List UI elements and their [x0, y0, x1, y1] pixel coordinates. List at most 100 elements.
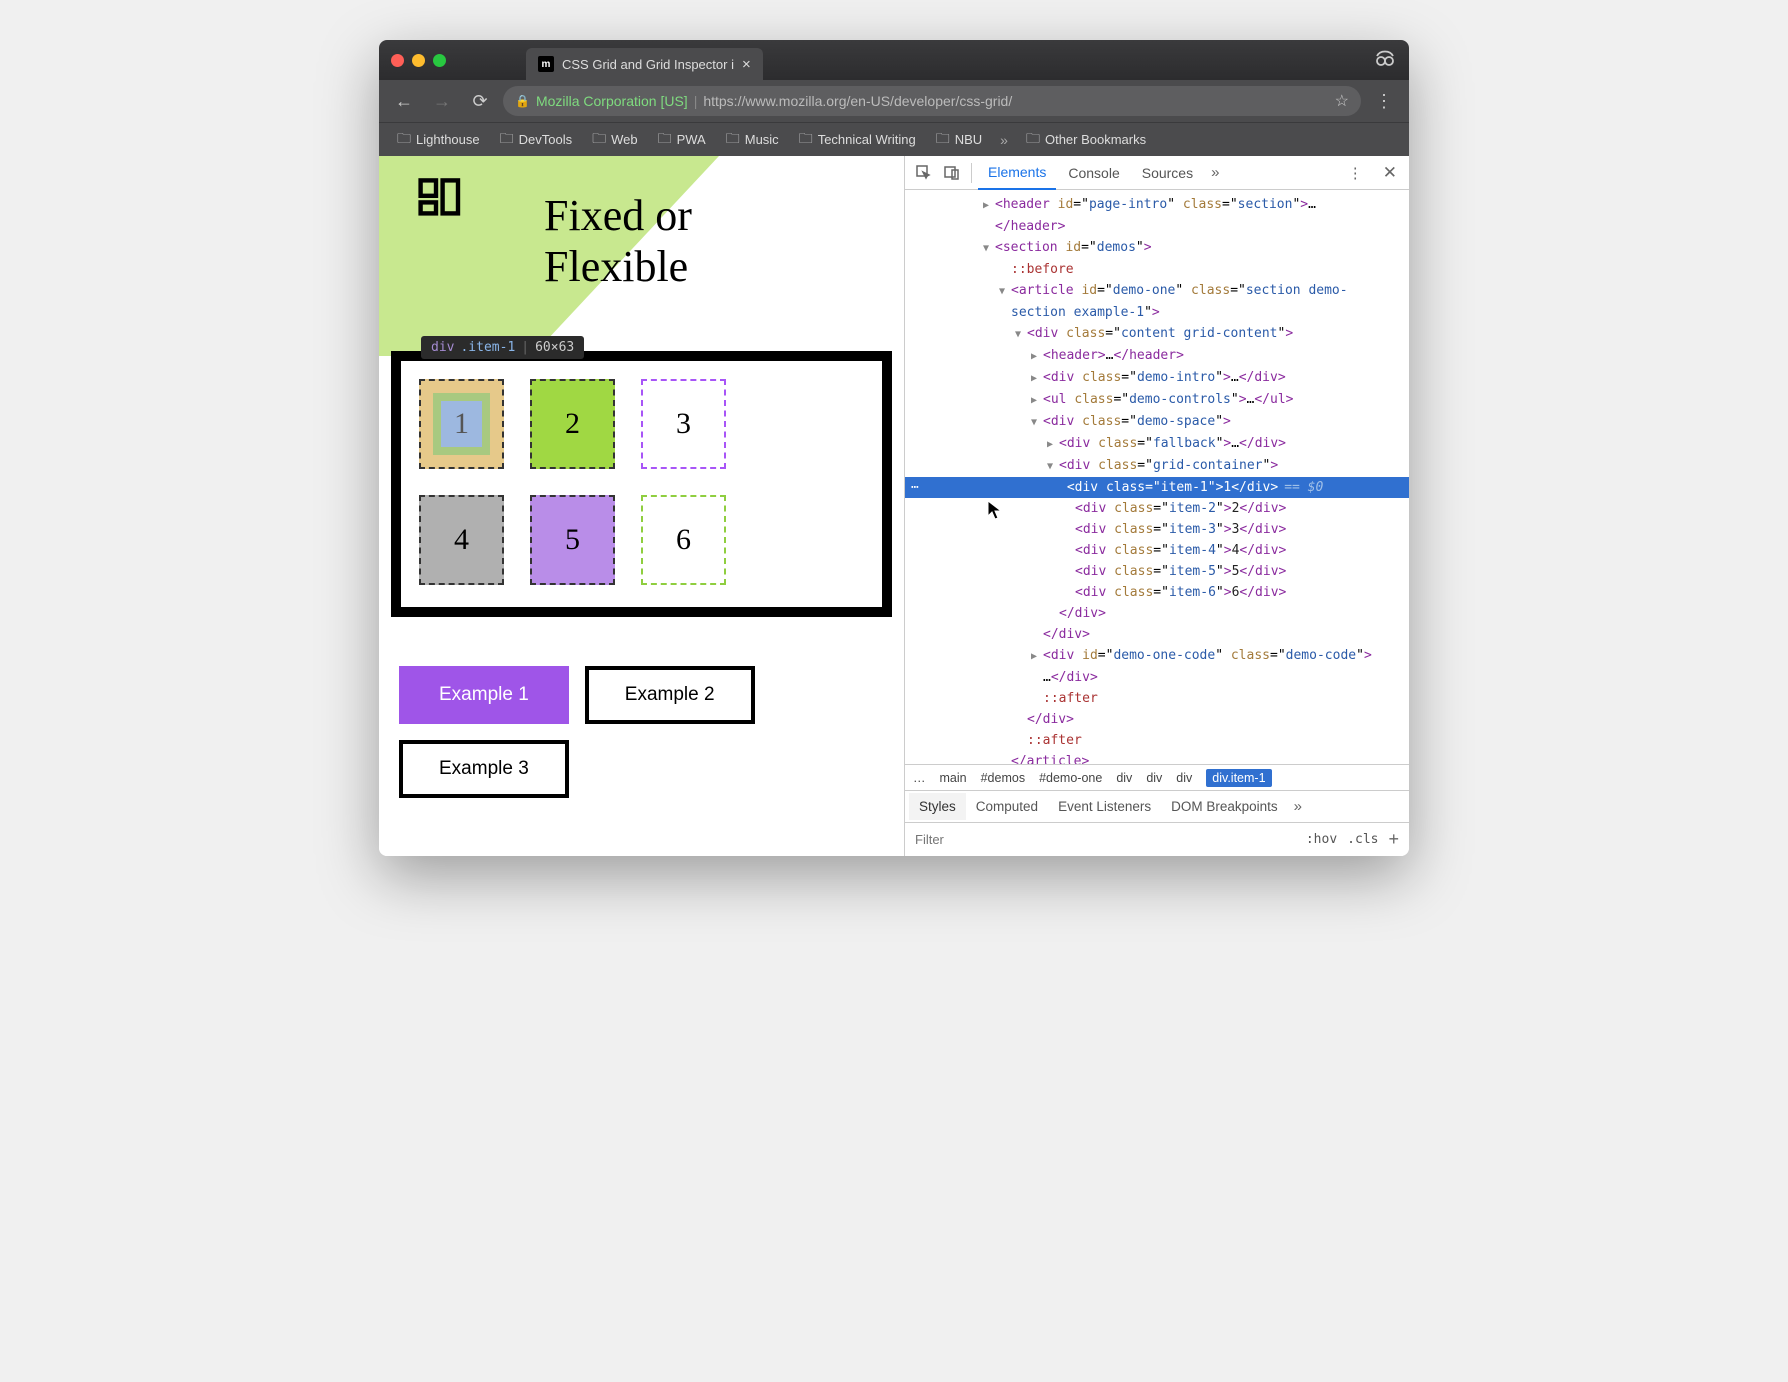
bookmark-label: PWA	[677, 132, 706, 147]
new-style-rule-icon[interactable]: +	[1388, 829, 1399, 850]
breadcrumb-item[interactable]: main	[940, 771, 967, 785]
grid-logo-icon	[414, 176, 469, 236]
devtools-kebab-icon[interactable]: ⋮	[1342, 164, 1369, 182]
breadcrumb-item[interactable]: …	[913, 771, 926, 785]
dom-node[interactable]: ▶<header id="page-intro" class="section"…	[905, 194, 1409, 216]
browser-window: m CSS Grid and Grid Inspector i × ← → ⟳ …	[379, 40, 1409, 856]
grid-demo: 1 2 3 4 5 6	[419, 379, 864, 585]
cls-toggle[interactable]: .cls	[1347, 832, 1378, 847]
dom-node[interactable]: <div class="item-4">4</div>	[905, 540, 1409, 561]
bookmark-label: Other Bookmarks	[1045, 132, 1146, 147]
styles-tab-dombreakpoints[interactable]: DOM Breakpoints	[1161, 793, 1288, 820]
grid-item-6[interactable]: 6	[641, 495, 726, 585]
browser-menu-button[interactable]: ⋮	[1369, 91, 1399, 112]
example-2-button[interactable]: Example 2	[585, 666, 755, 724]
dom-node[interactable]: <div class="item-3">3</div>	[905, 519, 1409, 540]
devtools-close-icon[interactable]: ✕	[1377, 163, 1403, 183]
styles-tab-eventlisteners[interactable]: Event Listeners	[1048, 793, 1161, 820]
inspect-element-icon[interactable]	[911, 160, 937, 186]
cell-number: 2	[565, 407, 580, 441]
styles-tab-styles[interactable]: Styles	[909, 793, 966, 820]
breadcrumb-item[interactable]: div	[1176, 771, 1192, 785]
dom-pseudo[interactable]: ::before	[905, 259, 1409, 280]
dom-node-cont[interactable]: …</div>	[905, 667, 1409, 688]
forward-button[interactable]: →	[427, 86, 457, 116]
tooltip-sep: |	[521, 340, 529, 355]
breadcrumb-item[interactable]: #demos	[981, 771, 1025, 785]
dom-node[interactable]: ▶<div id="demo-one-code" class="demo-cod…	[905, 645, 1409, 667]
grid-item-1[interactable]: 1	[419, 379, 504, 469]
dom-node-close[interactable]: </article>	[905, 751, 1409, 764]
dom-node[interactable]: ▶<ul class="demo-controls">…</ul>	[905, 389, 1409, 411]
breadcrumb-item[interactable]: #demo-one	[1039, 771, 1102, 785]
bookmarks-overflow-icon[interactable]: »	[994, 132, 1014, 148]
close-window-button[interactable]	[391, 54, 404, 67]
tab-console[interactable]: Console	[1058, 157, 1129, 189]
bookmark-folder[interactable]: 🗀Web	[584, 124, 646, 156]
tab-sources[interactable]: Sources	[1132, 157, 1203, 189]
dom-pseudo[interactable]: ::after	[905, 688, 1409, 709]
example-3-button[interactable]: Example 3	[399, 740, 569, 798]
address-bar[interactable]: 🔒 Mozilla Corporation [US] | https://www…	[503, 86, 1361, 116]
dom-node[interactable]: ▼<article id="demo-one" class="section d…	[905, 280, 1409, 302]
example-buttons: Example 1 Example 2 Example 3	[399, 666, 839, 798]
hov-toggle[interactable]: :hov	[1306, 832, 1337, 847]
bookmark-label: Web	[611, 132, 638, 147]
dom-node[interactable]: <div class="item-6">6</div>	[905, 582, 1409, 603]
bookmark-folder[interactable]: 🗀Technical Writing	[791, 124, 924, 156]
dom-node[interactable]: ▶<div class="demo-intro">…</div>	[905, 367, 1409, 389]
bookmark-folder[interactable]: 🗀Music	[718, 124, 787, 156]
dom-node-selected[interactable]: ⋯<div class="item-1">1</div>== $0	[905, 477, 1409, 498]
reload-button[interactable]: ⟳	[465, 86, 495, 116]
styles-tabs-overflow-icon[interactable]: »	[1288, 798, 1308, 815]
cert-org: Mozilla Corporation [US]	[536, 93, 688, 109]
device-toolbar-icon[interactable]	[939, 160, 965, 186]
dom-node[interactable]: ▶<header>…</header>	[905, 345, 1409, 367]
dom-node[interactable]: ▼<div class="grid-container">	[905, 455, 1409, 477]
dom-node[interactable]: ▼<div class="demo-space">	[905, 411, 1409, 433]
dom-node[interactable]: </header>	[905, 216, 1409, 237]
close-tab-icon[interactable]: ×	[742, 56, 751, 73]
dom-node[interactable]: ▼<div class="content grid-content">	[905, 323, 1409, 345]
bookmark-folder[interactable]: 🗀 PWA	[650, 124, 714, 156]
dom-node-close[interactable]: </div>	[905, 603, 1409, 624]
bookmark-folder[interactable]: 🗀Lighthouse	[389, 124, 488, 156]
dom-tree[interactable]: ▶<header id="page-intro" class="section"…	[905, 190, 1409, 764]
tabs-overflow-icon[interactable]: »	[1205, 164, 1225, 181]
grid-item-5[interactable]: 5	[530, 495, 615, 585]
tab-elements[interactable]: Elements	[978, 156, 1056, 190]
dom-node[interactable]: ▼<section id="demos">	[905, 237, 1409, 259]
dom-node-close[interactable]: </div>	[905, 709, 1409, 730]
styles-filter-input[interactable]	[915, 832, 1296, 847]
page-title: Fixed or Flexible	[544, 191, 692, 292]
example-1-button[interactable]: Example 1	[399, 666, 569, 724]
dom-node[interactable]: ▶<div class="fallback">…</div>	[905, 433, 1409, 455]
bookmark-star-icon[interactable]: ☆	[1335, 91, 1349, 111]
other-bookmarks[interactable]: 🗀Other Bookmarks	[1018, 124, 1154, 156]
grid-item-2[interactable]: 2	[530, 379, 615, 469]
grid-item-3[interactable]: 3	[641, 379, 726, 469]
folder-icon: 🗀	[397, 128, 411, 152]
bookmark-folder[interactable]: 🗀NBU	[928, 124, 990, 156]
traffic-lights	[391, 54, 446, 67]
tooltip-dimensions: 60×63	[535, 340, 574, 355]
dom-node[interactable]: <div class="item-5">5</div>	[905, 561, 1409, 582]
dom-node-cont[interactable]: section example-1">	[905, 302, 1409, 323]
webpage-viewport: Fixed or Flexible div.item-1 | 60×63 1 2…	[379, 156, 904, 856]
breadcrumb-item[interactable]: div	[1116, 771, 1132, 785]
breadcrumb-item-selected[interactable]: div.item-1	[1206, 769, 1271, 787]
browser-tab[interactable]: m CSS Grid and Grid Inspector i ×	[526, 48, 763, 80]
dom-node[interactable]: <div class="item-2">2</div>	[905, 498, 1409, 519]
back-button[interactable]: ←	[389, 86, 419, 116]
minimize-window-button[interactable]	[412, 54, 425, 67]
breadcrumb-item[interactable]: div	[1146, 771, 1162, 785]
zoom-window-button[interactable]	[433, 54, 446, 67]
dom-node-close[interactable]: </div>	[905, 624, 1409, 645]
folder-icon: 🗀	[658, 128, 672, 152]
bookmark-folder[interactable]: 🗀DevTools	[492, 124, 580, 156]
nav-toolbar: ← → ⟳ 🔒 Mozilla Corporation [US] | https…	[379, 80, 1409, 122]
grid-item-4[interactable]: 4	[419, 495, 504, 585]
styles-tab-computed[interactable]: Computed	[966, 793, 1048, 820]
cell-number: 1	[454, 407, 469, 441]
dom-pseudo[interactable]: ::after	[905, 730, 1409, 751]
